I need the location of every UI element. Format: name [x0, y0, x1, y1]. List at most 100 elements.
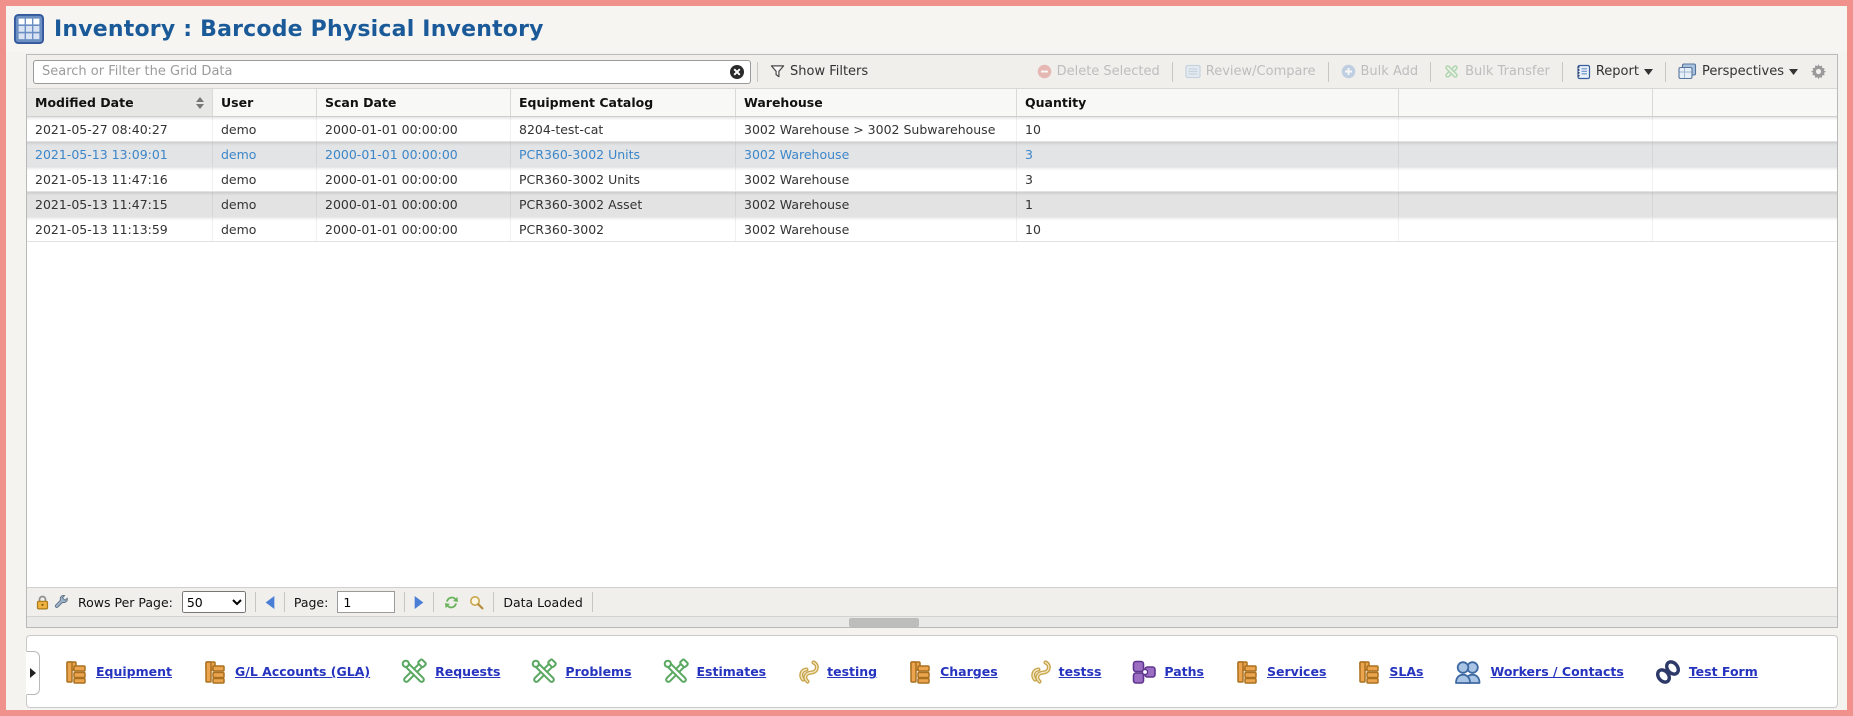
- tree-icon: [1234, 659, 1260, 685]
- clear-search-icon[interactable]: [729, 64, 745, 80]
- sort-indicator-icon: [196, 97, 204, 109]
- cell-empty: [1653, 167, 1837, 191]
- link-label: Equipment: [96, 664, 172, 679]
- column-header-scan-date[interactable]: Scan Date: [317, 89, 511, 116]
- toolbar-separator: [1328, 62, 1329, 82]
- crossed-tools-icon: [1443, 64, 1460, 79]
- cell-empty: [1399, 167, 1653, 191]
- cell-empty: [1399, 217, 1653, 241]
- link-estimates[interactable]: Estimates: [662, 658, 767, 686]
- column-label: Scan Date: [325, 95, 396, 110]
- cell-scan-date: 2000-01-01 00:00:00: [317, 167, 511, 191]
- lock-icon[interactable]: [36, 595, 49, 610]
- next-page-icon[interactable]: [414, 596, 424, 609]
- tools-icon: [530, 658, 558, 686]
- link-label: Paths: [1164, 664, 1204, 679]
- cell-scan-date: 2000-01-01 00:00:00: [317, 192, 511, 216]
- cell-user: demo: [213, 192, 317, 216]
- collapse-panel-button[interactable]: [26, 651, 40, 695]
- rows-per-page-label: Rows Per Page:: [78, 595, 173, 610]
- grid-panel: Show Filters Delete Selected Review/Comp…: [26, 54, 1838, 628]
- toolbar-separator: [1665, 62, 1666, 82]
- column-label: User: [221, 95, 253, 110]
- previous-page-icon[interactable]: [265, 596, 275, 609]
- chevron-down-icon: [1644, 69, 1653, 75]
- show-filters-label: Show Filters: [790, 64, 868, 79]
- link-equipment[interactable]: Equipment: [63, 659, 172, 685]
- cell-modified-date: 2021-05-27 08:40:27: [27, 117, 213, 141]
- cell-quantity: 10: [1017, 217, 1399, 241]
- cell-warehouse: 3002 Warehouse: [736, 192, 1017, 216]
- clip-icon: [796, 659, 820, 685]
- cell-modified-date: 2021-05-13 11:13:59: [27, 217, 213, 241]
- show-filters-button[interactable]: Show Filters: [764, 61, 874, 82]
- tree-icon: [202, 659, 228, 685]
- page-label: Page:: [294, 595, 328, 610]
- column-label: Warehouse: [744, 95, 823, 110]
- column-header-user[interactable]: User: [213, 89, 317, 116]
- table-row[interactable]: 2021-05-13 11:47:16 demo 2000-01-01 00:0…: [27, 167, 1837, 192]
- bulk-transfer-button[interactable]: Bulk Transfer: [1437, 61, 1556, 82]
- magnifier-icon[interactable]: [469, 595, 484, 610]
- cell-equipment-catalog: PCR360-3002: [511, 217, 736, 241]
- link-problems[interactable]: Problems: [530, 658, 631, 686]
- table-row[interactable]: 2021-05-13 11:13:59 demo 2000-01-01 00:0…: [27, 217, 1837, 242]
- cell-empty: [1399, 142, 1653, 166]
- chain-icon: [1654, 658, 1682, 686]
- link-label: Problems: [565, 664, 631, 679]
- table-row[interactable]: 2021-05-13 11:47:15 demo 2000-01-01 00:0…: [27, 192, 1837, 217]
- column-header-quantity[interactable]: Quantity: [1017, 89, 1399, 116]
- link-gl-accounts[interactable]: G/L Accounts (GLA): [202, 659, 370, 685]
- toolbar-separator: [1562, 62, 1563, 82]
- cell-equipment-catalog: 8204-test-cat: [511, 117, 736, 141]
- horizontal-scrollbar-thumb[interactable]: [849, 618, 919, 627]
- bulk-add-button[interactable]: Bulk Add: [1335, 61, 1425, 82]
- perspectives-stacked-grids-icon: [1678, 63, 1697, 80]
- horizontal-scrollbar[interactable]: [27, 616, 1837, 627]
- tree-icon: [907, 659, 933, 685]
- table-row[interactable]: 2021-05-27 08:40:27 demo 2000-01-01 00:0…: [27, 117, 1837, 142]
- add-circle-plus-icon: [1341, 64, 1356, 79]
- column-header-warehouse[interactable]: Warehouse: [736, 89, 1017, 116]
- link-test-form[interactable]: Test Form: [1654, 658, 1758, 686]
- table-row-selected[interactable]: 2021-05-13 13:09:01 demo 2000-01-01 00:0…: [27, 142, 1837, 167]
- cell-equipment-catalog: PCR360-3002 Units: [511, 142, 736, 166]
- pagination-bar: Rows Per Page: 50 Page: Data Loa: [27, 587, 1837, 616]
- delete-selected-button[interactable]: Delete Selected: [1031, 61, 1166, 82]
- pagebar-separator: [284, 592, 285, 612]
- column-header-equipment-catalog[interactable]: Equipment Catalog: [511, 89, 736, 116]
- cell-modified-date: 2021-05-13 13:09:01: [27, 142, 213, 166]
- wrench-icon[interactable]: [54, 595, 69, 610]
- link-requests[interactable]: Requests: [400, 658, 500, 686]
- link-label: SLAs: [1389, 664, 1423, 679]
- link-label: testing: [827, 664, 877, 679]
- toolbar-separator: [757, 62, 758, 82]
- search-input[interactable]: [33, 60, 751, 84]
- expand-arrow-icon: [30, 668, 36, 678]
- cell-equipment-catalog: PCR360-3002 Asset: [511, 192, 736, 216]
- link-label: Test Form: [1689, 664, 1758, 679]
- cell-scan-date: 2000-01-01 00:00:00: [317, 117, 511, 141]
- link-slas[interactable]: SLAs: [1356, 659, 1423, 685]
- link-testss[interactable]: testss: [1028, 659, 1102, 685]
- rows-per-page-select[interactable]: 50: [182, 591, 246, 613]
- link-paths[interactable]: Paths: [1131, 659, 1204, 685]
- report-button[interactable]: Report: [1569, 61, 1659, 83]
- link-workers-contacts[interactable]: Workers / Contacts: [1453, 659, 1623, 685]
- column-label: Modified Date: [35, 95, 134, 110]
- column-header-modified-date[interactable]: Modified Date: [27, 89, 213, 116]
- link-testing[interactable]: testing: [796, 659, 877, 685]
- page-number-input[interactable]: [337, 591, 395, 613]
- app-window: Inventory : Barcode Physical Inventory S…: [0, 0, 1853, 716]
- perspectives-button[interactable]: Perspectives: [1672, 60, 1804, 83]
- refresh-icon[interactable]: [443, 594, 460, 611]
- column-label: Equipment Catalog: [519, 95, 653, 110]
- cell-quantity: 1: [1017, 192, 1399, 216]
- cell-quantity: 3: [1017, 167, 1399, 191]
- tools-icon: [400, 658, 428, 686]
- link-services[interactable]: Services: [1234, 659, 1326, 685]
- settings-gear-icon[interactable]: [1810, 63, 1827, 80]
- link-charges[interactable]: Charges: [907, 659, 998, 685]
- delete-selected-label: Delete Selected: [1057, 64, 1160, 79]
- review-compare-button[interactable]: Review/Compare: [1179, 61, 1322, 82]
